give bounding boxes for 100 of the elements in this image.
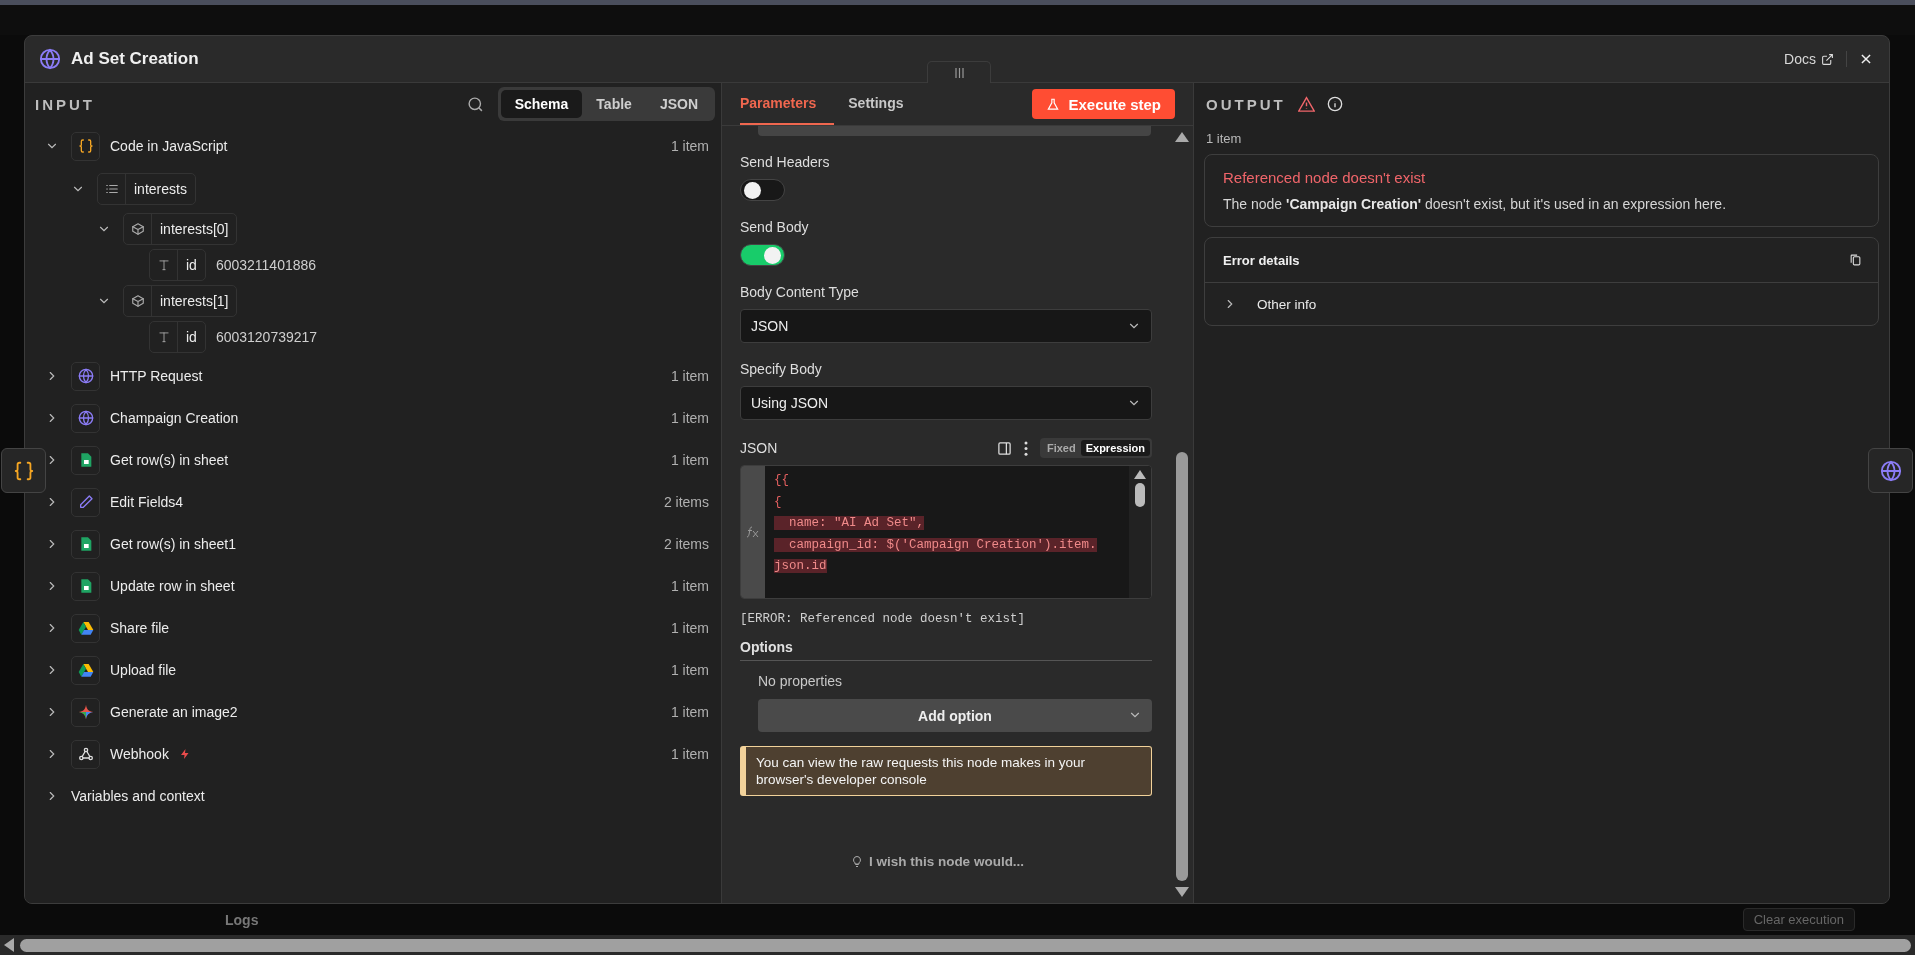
group-name: Variables and context — [71, 788, 205, 804]
section-title: Options — [740, 639, 793, 655]
item-count: 1 item — [1206, 131, 1243, 146]
field-label: Body Content Type — [740, 284, 860, 300]
node-name: Generate an image2 — [110, 704, 238, 720]
logs-label: Logs — [225, 911, 260, 928]
fx-icon — [746, 526, 760, 538]
copy-icon[interactable] — [1849, 253, 1862, 267]
input-node-button[interactable] — [1, 448, 46, 493]
webhook-icon — [77, 746, 94, 762]
more-icon[interactable] — [1023, 440, 1028, 456]
select-field[interactable]: JSON — [740, 309, 1152, 343]
cube-icon — [130, 222, 145, 236]
globe-icon — [39, 48, 61, 70]
node-name: Get row(s) in sheet1 — [110, 536, 237, 552]
field-label: Send Body — [740, 219, 810, 235]
globe-icon — [1879, 459, 1902, 482]
panel-title: OUTPUT — [1206, 95, 1286, 113]
scrollbar-thumb[interactable] — [1135, 483, 1145, 507]
drive-icon — [77, 620, 94, 636]
view-tab[interactable]: JSON — [645, 90, 712, 118]
schema-key[interactable]: interests — [97, 173, 196, 205]
field-label: Send Headers — [740, 154, 831, 170]
external-link-icon — [1821, 52, 1834, 66]
schema-key[interactable]: id — [149, 249, 206, 281]
drive-icon — [77, 662, 94, 678]
flask-icon — [1046, 96, 1061, 112]
add-option-button[interactable]: Add option — [758, 699, 1152, 732]
drag-handle[interactable] — [927, 61, 991, 83]
braces-icon — [77, 138, 94, 154]
schema-key[interactable]: interests[0] — [123, 213, 238, 245]
item-count: 1 item — [670, 746, 710, 762]
docs-link[interactable]: Docs — [1784, 51, 1847, 67]
split-view-icon[interactable] — [996, 440, 1012, 456]
item-count: 1 item — [670, 662, 710, 678]
close-icon — [1859, 52, 1873, 66]
text-type-icon — [156, 258, 171, 272]
globe-icon — [77, 368, 94, 384]
view-tab[interactable]: Schema — [500, 90, 583, 118]
mode-tab[interactable]: Fixed — [1041, 440, 1081, 456]
empty-text: No properties — [758, 673, 844, 689]
node-name: Update row in sheet — [110, 578, 235, 594]
field-label: JSON — [740, 440, 779, 456]
details-row[interactable]: Other info — [1205, 283, 1878, 325]
horizontal-scrollbar[interactable] — [0, 935, 1915, 955]
node-name: HTTP Request — [110, 368, 203, 384]
item-count: 1 item — [670, 578, 710, 594]
item-count: 1 item — [670, 704, 710, 720]
info-notice: You can view the raw requests this node makes in your browser's developer console — [740, 746, 1152, 796]
list-icon — [104, 182, 119, 196]
node-name: Webhook — [110, 746, 169, 762]
scroll-down-icon[interactable] — [1175, 887, 1189, 897]
code-editor[interactable]: {{ { name: "AI Ad Set", campaign_id: $('Campaign Creation').item. json.id — [740, 465, 1152, 599]
node-name: Share file — [110, 620, 170, 636]
feedback-link[interactable]: I wish this node would... — [850, 854, 1061, 869]
error-title: Referenced node doesn't exist — [1223, 169, 1427, 186]
item-count: 1 item — [670, 138, 710, 154]
select-field[interactable]: Using JSON — [740, 386, 1152, 420]
scroll-up-icon[interactable] — [1175, 132, 1189, 142]
item-count: 1 item — [670, 620, 710, 636]
panel-tab[interactable]: Settings — [848, 83, 922, 125]
field-label: Specify Body — [740, 361, 823, 377]
node-name: Champaign Creation — [110, 410, 239, 426]
expression-result: [ERROR: Referenced node doesn't exist] — [740, 612, 1027, 626]
toggle-switch[interactable] — [740, 244, 785, 266]
warning-icon — [1297, 96, 1315, 112]
panel-title: INPUT — [35, 95, 95, 113]
mode-tab[interactable]: Expression — [1080, 440, 1150, 456]
error-message: The node 'Campaign Creation' doesn't exist, but it's used in an expression here. — [1223, 196, 1728, 212]
cube-icon — [130, 294, 145, 308]
schema-key[interactable]: id — [149, 321, 206, 353]
node-name: Upload file — [110, 662, 177, 678]
node-name: Code in JavaScript — [110, 138, 228, 154]
search-icon[interactable] — [466, 95, 484, 113]
field-value: 6003120739217 — [215, 329, 318, 345]
output-node-button[interactable] — [1868, 448, 1913, 493]
code-line: {{ — [774, 473, 789, 487]
toggle-switch[interactable] — [740, 179, 785, 201]
scroll-up-icon[interactable] — [1134, 470, 1146, 479]
item-count: 1 item — [670, 368, 710, 384]
lightbulb-icon — [850, 854, 863, 869]
field-value: 6003211401886 — [215, 257, 317, 273]
view-tab[interactable]: Table — [582, 90, 646, 118]
item-count: 1 item — [670, 452, 710, 468]
scroll-left-icon[interactable] — [4, 938, 14, 952]
braces-icon — [12, 459, 35, 482]
window-title: Ad Set Creation — [71, 49, 200, 69]
item-count: 2 items — [663, 494, 710, 510]
card-title: Error details — [1223, 252, 1300, 268]
text-type-icon — [156, 330, 171, 344]
info-icon[interactable] — [1326, 96, 1343, 112]
dropdown-field[interactable] — [758, 126, 1151, 136]
grip-icon — [954, 67, 964, 78]
code-line: { — [774, 494, 782, 509]
pencil-icon — [77, 494, 94, 510]
globe-icon — [77, 410, 94, 426]
item-count: 1 item — [670, 410, 710, 426]
item-count: 2 items — [663, 536, 710, 552]
schema-key[interactable]: interests[1] — [123, 285, 238, 317]
node-name: Get row(s) in sheet — [110, 452, 229, 468]
